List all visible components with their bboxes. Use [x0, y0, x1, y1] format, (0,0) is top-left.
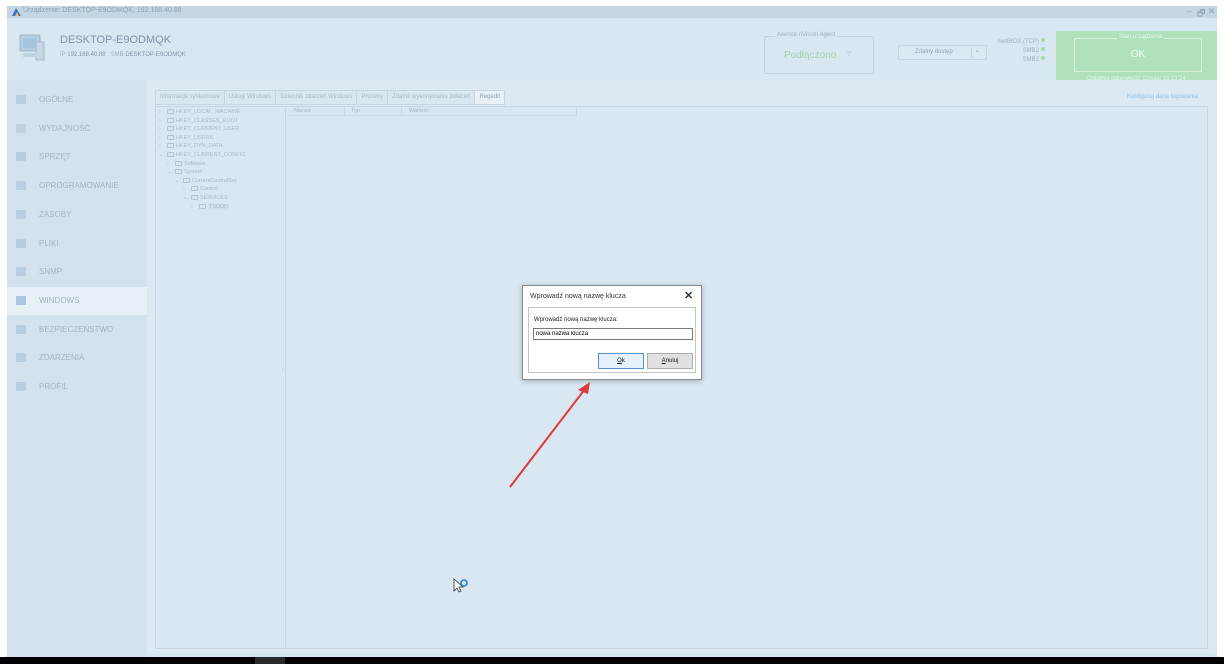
taskbar — [0, 657, 1224, 664]
busy-cursor-icon — [453, 578, 468, 593]
annotation-arrow — [509, 382, 590, 488]
taskbar-item[interactable] — [255, 657, 285, 664]
